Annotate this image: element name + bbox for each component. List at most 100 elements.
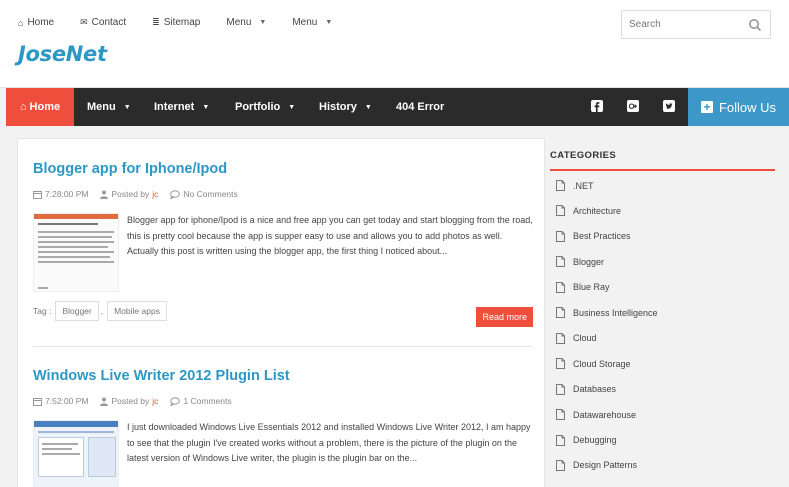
category-item[interactable]: Blogger [556, 256, 605, 268]
envelope-icon: ✉ [80, 17, 88, 27]
category-label: Debugging [573, 435, 617, 445]
document-icon [556, 256, 565, 268]
nav-label: 404 Error [396, 101, 445, 113]
follow-us-label: Follow Us [718, 99, 777, 115]
document-icon [556, 358, 565, 370]
category-item[interactable]: Cloud [556, 332, 597, 344]
tag-link[interactable]: Blogger [55, 301, 99, 321]
post-comments[interactable]: 1 Comments [170, 396, 232, 406]
post-title[interactable]: Windows Live Writer 2012 Plugin List [33, 368, 533, 384]
post-excerpt: Blogger app for iphone/Ipod is a nice an… [127, 215, 533, 256]
posted-by-text: Posted by [111, 189, 150, 199]
document-icon [556, 307, 565, 319]
category-label: Design Patterns [573, 460, 638, 471]
category-item[interactable]: Cloud Storage [556, 358, 631, 370]
toplink-contact[interactable]: ✉ Contact [80, 17, 126, 28]
post-time: 7:28:00 PM [33, 189, 88, 199]
category-label: Business Intelligence [573, 307, 658, 318]
toplink-menu-2[interactable]: Menu ▼ [292, 17, 332, 28]
read-more-button[interactable]: Read more [476, 307, 533, 327]
category-item[interactable]: Databases [556, 383, 617, 395]
category-label: .NET [573, 180, 594, 191]
nav-label: Internet [154, 101, 195, 113]
post-author: Posted by jc [100, 189, 158, 199]
category-item[interactable]: Architecture [556, 205, 621, 217]
document-icon [556, 434, 565, 446]
post-body: I just downloaded Windows Live Essential… [33, 420, 533, 487]
tag-label: Tag : [33, 306, 52, 316]
document-icon [556, 281, 565, 293]
top-header: ⌂ Home ✉ Contact ≣ Sitemap Menu ▼ Menu ▼… [0, 0, 789, 88]
post-thumbnail[interactable] [33, 420, 119, 487]
author-link[interactable]: jc [152, 396, 158, 406]
nav-label: Menu [87, 101, 116, 113]
home-icon: ⌂ [18, 17, 24, 28]
category-item[interactable]: Design Patterns [556, 459, 638, 471]
facebook-icon[interactable] [591, 100, 603, 112]
post-tags: Tag : Blogger , Mobile apps [33, 301, 533, 321]
caret-down-icon: ▼ [288, 103, 296, 111]
search-input[interactable] [622, 11, 742, 38]
category-item[interactable]: Blue Ray [556, 281, 610, 293]
caret-down-icon: ▼ [202, 103, 210, 111]
nav-history[interactable]: History ▼ [319, 88, 372, 126]
nav-label: History [319, 101, 357, 113]
post-meta: 7:28:00 PM Posted by jc No Comments [33, 189, 533, 199]
category-item[interactable]: .NET [556, 180, 594, 191]
category-item[interactable]: Best Practices [556, 230, 631, 242]
calendar-icon [33, 190, 42, 199]
post-title[interactable]: Blogger app for Iphone/Ipod [33, 161, 533, 177]
category-item[interactable]: Debugging [556, 434, 617, 446]
post-excerpt: I just downloaded Windows Live Essential… [127, 422, 531, 463]
category-label: Datawarehouse [573, 409, 637, 420]
category-label: Databases [573, 384, 617, 395]
document-icon [556, 409, 565, 421]
top-links: ⌂ Home ✉ Contact ≣ Sitemap Menu ▼ Menu ▼ [18, 17, 358, 28]
author-link[interactable]: jc [152, 189, 158, 199]
toplink-home[interactable]: ⌂ Home [18, 17, 54, 28]
follow-us-button[interactable]: + Follow Us [688, 88, 789, 126]
nav-404[interactable]: 404 Error [396, 88, 444, 126]
post-body: Blogger app for iphone/Ipod is a nice an… [33, 213, 533, 292]
toplink-menu-1[interactable]: Menu ▼ [226, 17, 266, 28]
category-item[interactable]: Business Intelligence [556, 307, 658, 319]
sitemap-icon: ≣ [152, 17, 160, 27]
nav-label: Portfolio [235, 101, 281, 113]
category-item[interactable]: Datawarehouse [556, 409, 637, 421]
posted-by-text: Posted by [111, 396, 150, 406]
category-label: Cloud Storage [573, 358, 631, 369]
post-time-text: 7:52:00 PM [45, 396, 89, 406]
comments-text: No Comments [183, 189, 238, 199]
site-logo[interactable]: JoseNet [18, 42, 107, 66]
post-time-text: 7:28:00 PM [45, 189, 89, 199]
category-label: Blue Ray [573, 282, 610, 293]
comments-icon [170, 189, 181, 199]
nav-portfolio[interactable]: Portfolio ▼ [235, 88, 295, 126]
toplink-sitemap[interactable]: ≣ Sitemap [152, 17, 200, 28]
google-plus-icon[interactable] [627, 100, 639, 112]
toplink-label: Home [27, 17, 55, 28]
document-icon [556, 230, 565, 242]
search-icon[interactable] [748, 18, 762, 32]
tag-link[interactable]: Mobile apps [107, 301, 167, 321]
post-thumbnail[interactable] [33, 213, 119, 292]
heading-underline [550, 169, 775, 171]
twitter-icon[interactable] [663, 100, 675, 112]
categories-heading: CATEGORIES [550, 150, 617, 161]
nav-menu[interactable]: Menu ▼ [87, 88, 131, 126]
user-icon [100, 397, 109, 406]
post-time: 7:52:00 PM [33, 396, 88, 406]
main-content: Blogger app for Iphone/Ipod 7:28:00 PM P… [17, 138, 545, 487]
document-icon [556, 205, 565, 217]
nav-internet[interactable]: Internet ▼ [154, 88, 209, 126]
post-author: Posted by jc [100, 396, 158, 406]
caret-down-icon: ▼ [259, 19, 267, 26]
calendar-icon [33, 397, 42, 406]
document-icon [556, 180, 565, 191]
category-label: Blogger [573, 256, 605, 267]
toplink-label: Contact [91, 17, 127, 28]
nav-home[interactable]: ⌂ Home [6, 88, 74, 126]
document-icon [556, 383, 565, 395]
post-card: Blogger app for Iphone/Ipod 7:28:00 PM P… [33, 161, 533, 327]
post-comments[interactable]: No Comments [170, 189, 238, 199]
